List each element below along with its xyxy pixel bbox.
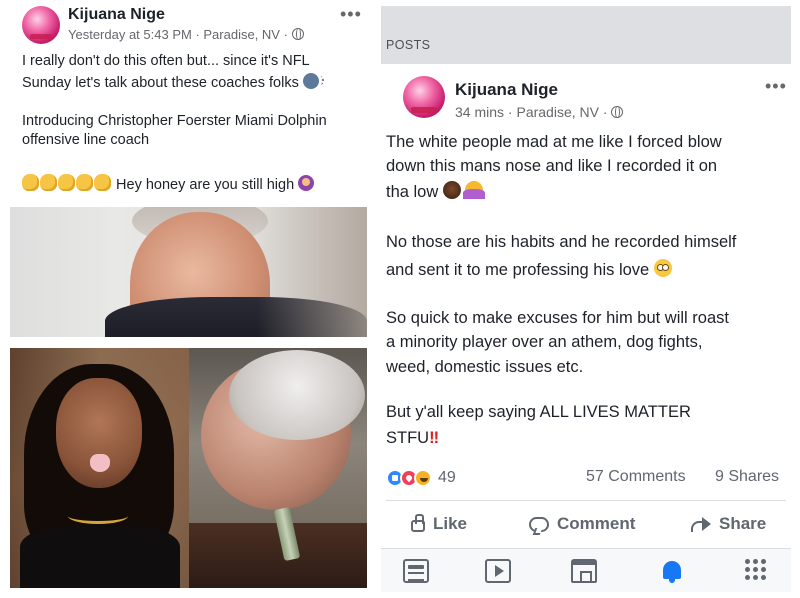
news-feed-icon[interactable] bbox=[403, 559, 429, 583]
share-button[interactable]: Share bbox=[691, 512, 766, 536]
shrug-icon bbox=[298, 175, 315, 191]
photo-necklace bbox=[68, 508, 128, 524]
bottom-tab-bar bbox=[381, 548, 791, 592]
post-text-line: Introducing Christopher Foerster Miami D… bbox=[22, 113, 327, 129]
post-meta: 34 mins · Paradise, NV · bbox=[455, 104, 624, 120]
post-text-line: STFU‼ bbox=[386, 426, 439, 450]
like-button-label: Like bbox=[433, 514, 468, 533]
share-button-label: Share bbox=[719, 514, 767, 533]
post-text-line: offensive line coach bbox=[22, 132, 150, 148]
right-post-screenshot: POSTS Kijuana Nige 34 mins · Paradise, N… bbox=[381, 6, 791, 592]
divider bbox=[386, 500, 786, 501]
post-text-line: No those are his habits and he recorded … bbox=[386, 233, 737, 251]
woman-emoji-icon bbox=[442, 181, 461, 199]
clapping-hands-icon bbox=[94, 174, 111, 191]
posts-section-header: POSTS bbox=[381, 6, 791, 64]
post-text-segment: and sent it to me professing his love bbox=[386, 261, 650, 279]
post-timestamp[interactable]: Yesterday at 5:43 PM bbox=[68, 27, 192, 42]
post-text-line: Sunday let's talk about these coaches fo… bbox=[22, 72, 324, 94]
post-text-segment: STFU bbox=[386, 429, 430, 447]
post-photo-man[interactable] bbox=[10, 207, 367, 337]
author-avatar[interactable] bbox=[403, 76, 445, 118]
photo-shadow bbox=[257, 207, 367, 337]
share-arrow-icon bbox=[691, 516, 711, 532]
shares-count-link[interactable]: 9 Shares bbox=[715, 468, 779, 486]
left-post-screenshot: Kijuana Nige Yesterday at 5:43 PM · Para… bbox=[0, 0, 372, 598]
more-options-button[interactable]: ••• bbox=[765, 76, 787, 97]
globe-icon bbox=[611, 105, 624, 118]
double-exclamation-icon: ‼ bbox=[429, 429, 440, 447]
author-name[interactable]: Kijuana Nige bbox=[68, 6, 165, 24]
reactions-summary[interactable]: 49 bbox=[386, 466, 456, 490]
post-photo-woman[interactable] bbox=[10, 348, 189, 588]
comment-bubble-icon bbox=[529, 516, 549, 532]
post-location[interactable]: Paradise, NV bbox=[203, 27, 280, 42]
author-avatar[interactable] bbox=[22, 6, 60, 44]
post-text-line: The white people mad at me like I forced… bbox=[386, 133, 722, 151]
more-options-button[interactable]: ••• bbox=[340, 4, 362, 25]
author-name[interactable]: Kijuana Nige bbox=[455, 80, 558, 100]
post-text-line: But y'all keep saying ALL LIVES MATTER bbox=[386, 403, 691, 421]
post-text-line: So quick to make excuses for him but wil… bbox=[386, 309, 729, 327]
post-location[interactable]: Paradise, NV bbox=[516, 104, 598, 120]
post-photo-closeup[interactable] bbox=[189, 348, 367, 588]
post-text-segment: Sunday let's talk about these coaches fo… bbox=[22, 75, 299, 91]
post-text-line: Hey honey are you still high bbox=[22, 174, 315, 196]
clapping-hands-icon bbox=[76, 174, 93, 191]
clapping-hands-icon bbox=[40, 174, 57, 191]
posts-section-label: POSTS bbox=[386, 38, 431, 52]
marketplace-icon[interactable] bbox=[571, 559, 597, 583]
post-text-segment: Hey honey are you still high bbox=[116, 177, 295, 193]
notifications-bell-icon[interactable] bbox=[659, 559, 685, 585]
post-text-line: I really don't do this often but... sinc… bbox=[22, 53, 310, 69]
photo-hair bbox=[229, 350, 365, 440]
post-text-line: tha low bbox=[386, 180, 486, 204]
comment-button[interactable]: Comment bbox=[529, 512, 635, 536]
post-text-line: down this mans nose and like I recorded … bbox=[386, 157, 718, 175]
like-button[interactable]: Like bbox=[411, 512, 467, 536]
thumbs-up-icon bbox=[411, 514, 425, 532]
post-card: Kijuana Nige 34 mins · Paradise, NV · ••… bbox=[381, 64, 791, 592]
eye-roll-emoji-icon bbox=[653, 259, 672, 277]
facepalm-emoji-icon bbox=[463, 181, 486, 199]
clapping-hands-icon bbox=[22, 174, 39, 191]
post-text-line: weed, domestic issues etc. bbox=[386, 358, 584, 376]
watch-icon[interactable] bbox=[485, 559, 511, 583]
post-text-line: and sent it to me professing his love bbox=[386, 258, 672, 282]
post-timestamp[interactable]: 34 mins bbox=[455, 104, 504, 120]
comments-count-link[interactable]: 57 Comments bbox=[586, 468, 686, 486]
speaking-head-icon bbox=[302, 73, 324, 89]
post-meta: Yesterday at 5:43 PM · Paradise, NV · bbox=[68, 27, 304, 42]
reactions-count: 49 bbox=[438, 469, 456, 486]
post-text-line: a minority player over an athem, dog fig… bbox=[386, 333, 703, 351]
photo-clothing bbox=[20, 526, 180, 588]
comment-button-label: Comment bbox=[557, 514, 636, 533]
clapping-hands-icon bbox=[58, 174, 75, 191]
photo-tongue bbox=[90, 454, 110, 472]
post-text-segment: tha low bbox=[386, 183, 439, 201]
menu-icon[interactable] bbox=[745, 559, 766, 580]
globe-icon bbox=[291, 27, 304, 40]
haha-reaction-icon bbox=[414, 469, 432, 487]
